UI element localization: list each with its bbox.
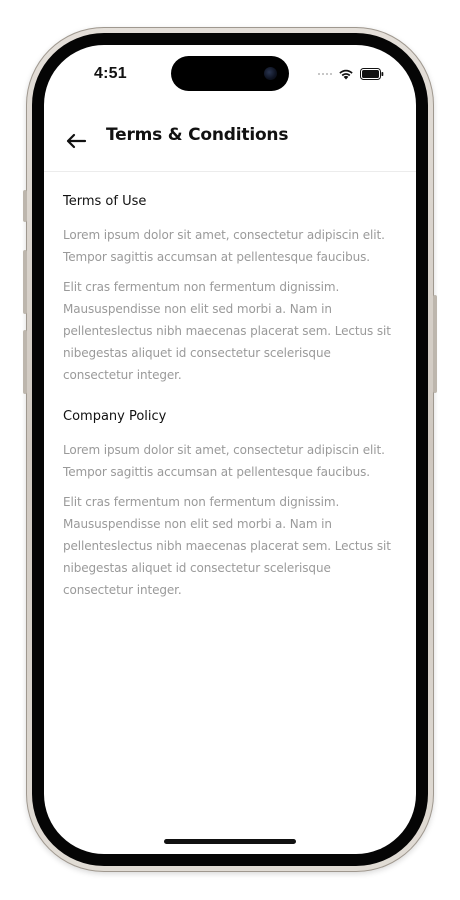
- status-bar: 4:51: [44, 45, 416, 105]
- action-button: [23, 190, 27, 222]
- battery-icon: [360, 68, 384, 80]
- section-company-policy: Company Policy Lorem ipsum dolor sit ame…: [63, 408, 393, 601]
- section-paragraph: Elit cras fermentum non fermentum dignis…: [63, 495, 391, 597]
- arrow-left-icon: [66, 133, 87, 149]
- section-paragraph: Lorem ipsum dolor sit amet, consectetur …: [63, 228, 385, 264]
- signal-dots-icon: [318, 73, 332, 75]
- front-camera-icon: [264, 67, 277, 80]
- home-indicator[interactable]: [164, 839, 296, 844]
- section-paragraph: Lorem ipsum dolor sit amet, consectetur …: [63, 443, 385, 479]
- section-title: Terms of Use: [63, 194, 147, 209]
- content: Terms of Use Lorem ipsum dolor sit amet,…: [63, 193, 393, 623]
- section-paragraph: Elit cras fermentum non fermentum dignis…: [63, 280, 391, 382]
- page-title: Terms & Conditions: [106, 125, 289, 145]
- power-button: [433, 295, 437, 393]
- screen: 4:51 Terms & Conditions Terms of Use Lor…: [44, 45, 416, 854]
- volume-down-button: [23, 330, 27, 394]
- wifi-icon: [339, 69, 353, 80]
- back-button[interactable]: [62, 127, 90, 155]
- status-time: 4:51: [94, 65, 127, 82]
- volume-up-button: [23, 250, 27, 314]
- nav-header: Terms & Conditions: [44, 115, 416, 172]
- status-icons: [318, 67, 384, 81]
- section-title: Company Policy: [63, 409, 167, 424]
- dynamic-island: [171, 56, 289, 91]
- section-terms-of-use: Terms of Use Lorem ipsum dolor sit amet,…: [63, 193, 393, 386]
